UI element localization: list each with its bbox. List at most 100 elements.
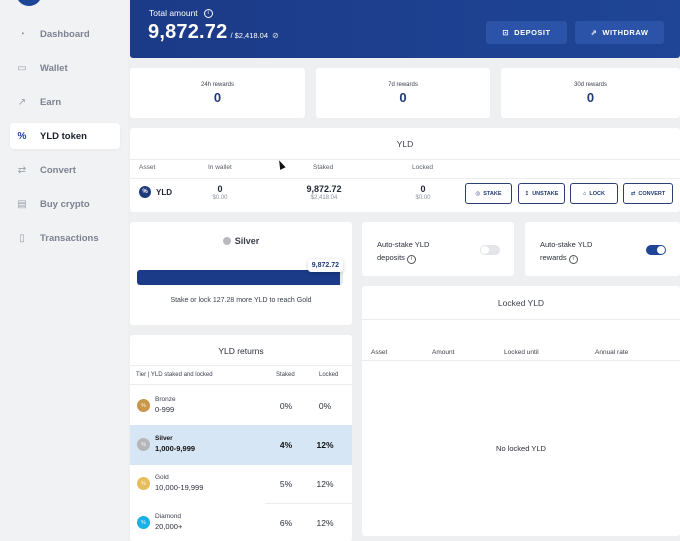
sidebar-item-buy-crypto[interactable]: ▤ Buy crypto	[10, 191, 120, 217]
returns-row-diamond: % Diamond 20,000+ 6% 12%	[130, 503, 352, 541]
divider	[130, 178, 680, 179]
card-icon: ▤	[17, 198, 27, 210]
sidebar-item-dashboard[interactable]: ◔ Dashboard	[10, 21, 120, 47]
rewards-label: 24h rewards	[200, 82, 235, 88]
sidebar-item-label: Transactions	[40, 232, 99, 244]
sidebar: ◔ Dashboard ▭ Wallet ↗ Earn % YLD token …	[0, 0, 128, 541]
rewards-value: 0	[586, 90, 595, 105]
withdraw-button[interactable]: ⇗ WITHDRAW	[575, 21, 664, 44]
yld-returns-title: YLD returns	[218, 346, 264, 356]
rewards-label: 7d rewards	[388, 82, 418, 88]
withdraw-icon: ⇗	[590, 28, 598, 37]
returns-row-silver: % Silver 1,000-9,999 4% 12%	[130, 425, 352, 465]
yld-returns-card: YLD returns Tier | YLD staked and locked…	[130, 335, 352, 541]
rewards-7d-card: 7d rewards 0	[316, 68, 490, 118]
asset-name: YLD	[156, 187, 172, 197]
yld-holdings-card: YLD Asset In wallet Staked Locked % YLD …	[130, 128, 680, 212]
tier-name: Diamond	[155, 513, 182, 520]
tier-progress-message: Stake or lock 127.28 more YLD to reach G…	[170, 297, 312, 304]
returns-table-header: Tier | YLD staked and locked Staked Lock…	[130, 365, 352, 385]
divider	[130, 159, 680, 160]
convert-icon: ⇄	[630, 190, 636, 197]
total-amount-label: Total amount	[149, 8, 198, 18]
stake-button[interactable]: ◎ STAKE	[465, 183, 512, 204]
rewards-30d-card: 30d rewards 0	[501, 68, 680, 118]
tier-name: Bronze	[155, 396, 176, 403]
total-amount-fiat: / $2,418.04	[230, 31, 268, 40]
locked-cell: 0 $0.00	[383, 184, 463, 201]
convert-icon: ⇄	[17, 164, 27, 176]
dashboard-icon: ◔	[18, 28, 26, 40]
tier-name: Silver	[234, 236, 260, 246]
yld-card-title: YLD	[396, 139, 414, 149]
staked-rate: 0%	[279, 401, 293, 411]
sidebar-item-wallet[interactable]: ▭ Wallet	[10, 55, 120, 81]
deposit-label: DEPOSIT	[514, 28, 551, 37]
rewards-value: 0	[213, 90, 222, 105]
unstake-icon: ↥	[524, 190, 530, 197]
info-icon[interactable]: i	[406, 254, 416, 264]
asset-cell: % YLD	[139, 186, 172, 198]
column-header-locked: Locked	[412, 164, 433, 171]
info-icon[interactable]: i	[203, 8, 213, 18]
locked-rate: 12%	[316, 440, 334, 450]
unstake-button[interactable]: ↥ UNSTAKE	[518, 183, 565, 204]
receipt-icon: ▯	[19, 232, 25, 244]
hide-balance-icon[interactable]: ⊘	[272, 31, 279, 40]
auto-stake-rewards-toggle[interactable]	[646, 245, 666, 255]
auto-stake-rewards-label: Auto-stake YLD	[540, 240, 593, 249]
sidebar-item-label: Buy crypto	[40, 198, 90, 210]
sidebar-item-convert[interactable]: ⇄ Convert	[10, 157, 120, 183]
sidebar-item-earn[interactable]: ↗ Earn	[10, 89, 120, 115]
staked-cell: 9,872.72 $2,418.04	[284, 184, 364, 201]
toggle-knob	[657, 246, 665, 254]
percent-icon: %	[17, 130, 27, 142]
column-header-tier: Tier | YLD staked and locked	[136, 372, 213, 378]
tier-progress-card: Silver 9,872.72 Stake or lock 127.28 mor…	[130, 222, 352, 325]
sidebar-item-label: Earn	[40, 96, 62, 108]
auto-stake-deposits-label: Auto-stake YLD	[377, 240, 430, 249]
avatar[interactable]	[16, 0, 42, 6]
column-header-locked-until: Locked until	[504, 349, 539, 356]
tier-progress-value: 9,872.72	[307, 259, 343, 272]
deposit-button[interactable]: ⊡ DEPOSIT	[486, 21, 567, 44]
tier-range: 20,000+	[155, 522, 183, 531]
staked-rate: 5%	[279, 479, 293, 489]
sidebar-item-yld-token[interactable]: % YLD token	[10, 123, 120, 149]
divider	[362, 360, 680, 361]
tier-progress-bar	[137, 270, 343, 285]
returns-row-gold: % Gold 10,000-19,999 5% 12%	[130, 464, 352, 504]
locked-rate: 12%	[316, 518, 334, 528]
column-header-in-wallet: In wallet	[208, 164, 232, 171]
tier-name: Gold	[155, 474, 169, 481]
lock-icon: ⌂	[583, 190, 587, 197]
unstake-label: UNSTAKE	[532, 190, 559, 197]
lock-label: LOCK	[589, 190, 605, 197]
in-wallet-amount: 0	[217, 184, 223, 194]
auto-stake-deposits-toggle[interactable]	[480, 245, 500, 255]
in-wallet-fiat: $0.00	[212, 195, 228, 201]
tier-range: 1,000-9,999	[155, 444, 196, 453]
locked-yld-title: Locked YLD	[497, 298, 545, 308]
balance-banner: Total amount i 9,872.72 / $2,418.04 ⊘ ⊡ …	[130, 0, 680, 58]
deposit-icon: ⊡	[502, 28, 510, 37]
tier-progress-fill	[137, 270, 341, 285]
lock-button[interactable]: ⌂ LOCK	[570, 183, 618, 204]
locked-fiat: $0.00	[415, 195, 431, 201]
info-icon[interactable]: i	[568, 254, 578, 264]
staked-rate: 4%	[279, 440, 293, 450]
diamond-tier-icon: %	[137, 516, 150, 529]
column-header-staked: Staked	[313, 164, 334, 171]
convert-button[interactable]: ⇄ CONVERT	[623, 183, 673, 204]
total-amount-value: 9,872.72	[148, 21, 228, 43]
sidebar-item-label: Convert	[40, 164, 76, 176]
sidebar-item-label: Wallet	[40, 62, 68, 74]
staked-rate: 6%	[279, 518, 293, 528]
tier-range: 10,000-19,999	[155, 483, 204, 492]
locked-rate: 0%	[318, 401, 332, 411]
sidebar-item-transactions[interactable]: ▯ Transactions	[10, 225, 120, 251]
staked-fiat: $2,418.04	[310, 195, 338, 201]
trending-up-icon: ↗	[17, 96, 27, 108]
locked-amount: 0	[420, 184, 426, 194]
auto-stake-rewards-label-2: rewards	[540, 253, 567, 262]
